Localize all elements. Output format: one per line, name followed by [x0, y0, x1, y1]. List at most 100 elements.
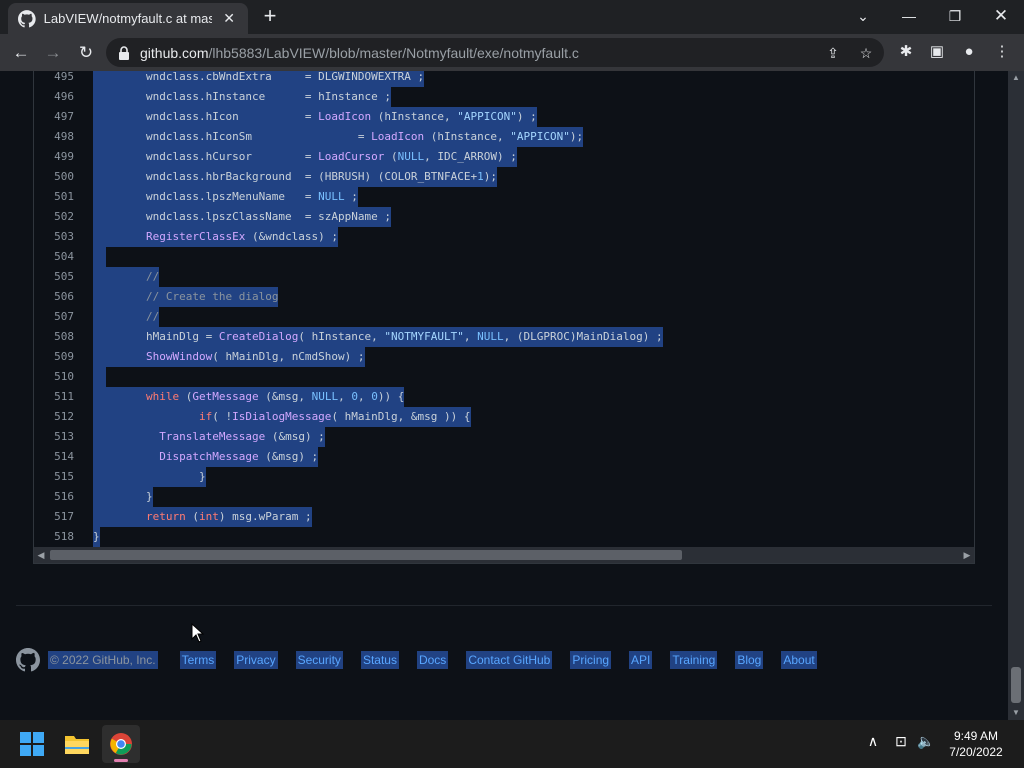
line-number[interactable]: 518	[34, 527, 74, 547]
scroll-right-icon[interactable]: ▶	[960, 547, 974, 563]
footer-link-privacy[interactable]: Privacy	[234, 651, 278, 669]
new-tab-button[interactable]: +	[258, 5, 282, 29]
system-clock[interactable]: 9:49 AM 7/20/2022	[936, 728, 1016, 760]
line-number[interactable]: 507	[34, 307, 74, 327]
code-text: wndclass.hCursor = LoadCursor (NULL, IDC…	[93, 147, 517, 167]
minimize-button[interactable]: —	[895, 4, 923, 28]
forward-icon[interactable]: →	[40, 40, 66, 66]
code-line: 501 wndclass.lpszMenuName = NULL ;	[34, 187, 974, 207]
line-number[interactable]: 496	[34, 87, 74, 107]
code-text: return (int) msg.wParam ;	[93, 507, 312, 527]
footer-link-about[interactable]: About	[781, 651, 817, 669]
line-number[interactable]: 501	[34, 187, 74, 207]
volume-icon[interactable]: 🔈	[915, 733, 937, 750]
code-line: 499 wndclass.hCursor = LoadCursor (NULL,…	[34, 147, 974, 167]
code-line: 509 ShowWindow( hMainDlg, nCmdShow) ;	[34, 347, 974, 367]
line-number[interactable]: 508	[34, 327, 74, 347]
chrome-icon	[110, 733, 132, 755]
line-number[interactable]: 495	[34, 71, 74, 87]
extensions-icon[interactable]: ✱	[894, 40, 918, 64]
line-number[interactable]: 499	[34, 147, 74, 167]
line-number[interactable]: 503	[34, 227, 74, 247]
line-number[interactable]: 505	[34, 267, 74, 287]
line-number[interactable]: 510	[34, 367, 74, 387]
footer-link-security[interactable]: Security	[295, 651, 343, 669]
back-icon[interactable]: ←	[8, 40, 34, 66]
line-number[interactable]: 511	[34, 387, 74, 407]
code-text: wndclass.hIconSm = LoadIcon (hInstance, …	[93, 127, 584, 147]
code-line: 498 wndclass.hIconSm = LoadIcon (hInstan…	[34, 127, 974, 147]
clock-date: 7/20/2022	[949, 745, 1003, 759]
scroll-up-icon[interactable]: ▲	[1008, 71, 1024, 85]
file-explorer-button[interactable]	[58, 725, 96, 763]
horizontal-scroll-thumb[interactable]	[50, 550, 682, 560]
code-line: 507 //	[34, 307, 974, 327]
code-text: while (GetMessage (&msg, NULL, 0, 0)) {	[93, 387, 405, 407]
reload-icon[interactable]: ↻	[73, 40, 99, 66]
side-panel-icon[interactable]: ▣	[925, 40, 949, 64]
line-number[interactable]: 500	[34, 167, 74, 187]
line-number[interactable]: 514	[34, 447, 74, 467]
horizontal-scrollbar[interactable]: ◀ ▶	[34, 547, 974, 563]
code-line: 497 wndclass.hIcon = LoadIcon (hInstance…	[34, 107, 974, 127]
code-line: 517 return (int) msg.wParam ;	[34, 507, 974, 527]
code-line: 512 if( !IsDialogMessage( hMainDlg, &msg…	[34, 407, 974, 427]
footer-link-status[interactable]: Status	[360, 651, 399, 669]
code-text: DispatchMessage (&msg) ;	[93, 447, 319, 467]
line-number[interactable]: 509	[34, 347, 74, 367]
code-text: //	[93, 267, 160, 287]
github-logo-icon[interactable]	[16, 648, 40, 672]
code-line: 508 hMainDlg = CreateDialog( hInstance, …	[34, 327, 974, 347]
footer-link-pricing[interactable]: Pricing	[570, 651, 612, 669]
line-number[interactable]: 498	[34, 127, 74, 147]
line-number[interactable]: 504	[34, 247, 74, 267]
footer-link-api[interactable]: API	[629, 651, 653, 669]
address-bar[interactable]: github.com/lhb5883/LabVIEW/blob/master/N…	[106, 38, 884, 67]
line-number[interactable]: 517	[34, 507, 74, 527]
restore-button[interactable]: ❐	[941, 4, 969, 28]
footer-link-training[interactable]: Training	[670, 651, 718, 669]
share-icon[interactable]: ⇪	[822, 42, 844, 64]
active-app-indicator	[114, 759, 128, 762]
footer-link-terms[interactable]: Terms	[179, 651, 217, 669]
scroll-down-icon[interactable]: ▼	[1008, 706, 1024, 720]
profile-avatar-icon[interactable]: ●	[957, 40, 981, 64]
tab-search-icon[interactable]: ⌄	[849, 4, 877, 28]
code-line: 510	[34, 367, 974, 387]
code-text: RegisterClassEx (&wndclass) ;	[93, 227, 339, 247]
code-text: //	[93, 307, 160, 327]
close-window-button[interactable]: ✕	[987, 4, 1015, 28]
code-text: }	[93, 467, 206, 487]
line-number[interactable]: 515	[34, 467, 74, 487]
tab-close-icon[interactable]: ✕	[220, 10, 238, 27]
code-text: wndclass.hInstance = hInstance ;	[93, 87, 392, 107]
line-number[interactable]: 497	[34, 107, 74, 127]
browser-tab[interactable]: LabVIEW/notmyfault.c at master ✕	[8, 3, 248, 34]
code-text: }	[93, 527, 100, 547]
code-line: 511 while (GetMessage (&msg, NULL, 0, 0)…	[34, 387, 974, 407]
footer-link-contact[interactable]: Contact GitHub	[466, 651, 553, 669]
code-line: 500 wndclass.hbrBackground = (HBRUSH) (C…	[34, 167, 974, 187]
code-line: 505 //	[34, 267, 974, 287]
line-number[interactable]: 516	[34, 487, 74, 507]
start-button[interactable]	[13, 725, 51, 763]
bookmark-star-icon[interactable]: ☆	[855, 42, 877, 64]
scroll-left-icon[interactable]: ◀	[34, 547, 48, 563]
line-number[interactable]: 506	[34, 287, 74, 307]
footer-link-docs[interactable]: Docs	[416, 651, 449, 669]
footer-link-blog[interactable]: Blog	[735, 651, 764, 669]
vertical-scrollbar[interactable]: ▲ ▼	[1008, 71, 1024, 720]
vertical-scroll-thumb[interactable]	[1011, 667, 1021, 703]
code-text: hMainDlg = CreateDialog( hInstance, "NOT…	[93, 327, 663, 347]
footer-divider	[16, 605, 992, 606]
menu-kebab-icon[interactable]: ⋮	[990, 40, 1014, 64]
code-text: if( !IsDialogMessage( hMainDlg, &msg )) …	[93, 407, 471, 427]
line-number[interactable]: 513	[34, 427, 74, 447]
chrome-taskbar-button[interactable]	[102, 725, 140, 763]
line-number[interactable]: 512	[34, 407, 74, 427]
windows-taskbar: ∧ ⊡ 🔈 9:49 AM 7/20/2022	[0, 720, 1024, 768]
line-number[interactable]: 502	[34, 207, 74, 227]
lock-icon	[119, 45, 129, 60]
show-hidden-icons-icon[interactable]: ∧	[862, 733, 884, 750]
network-icon[interactable]: ⊡	[890, 733, 912, 750]
